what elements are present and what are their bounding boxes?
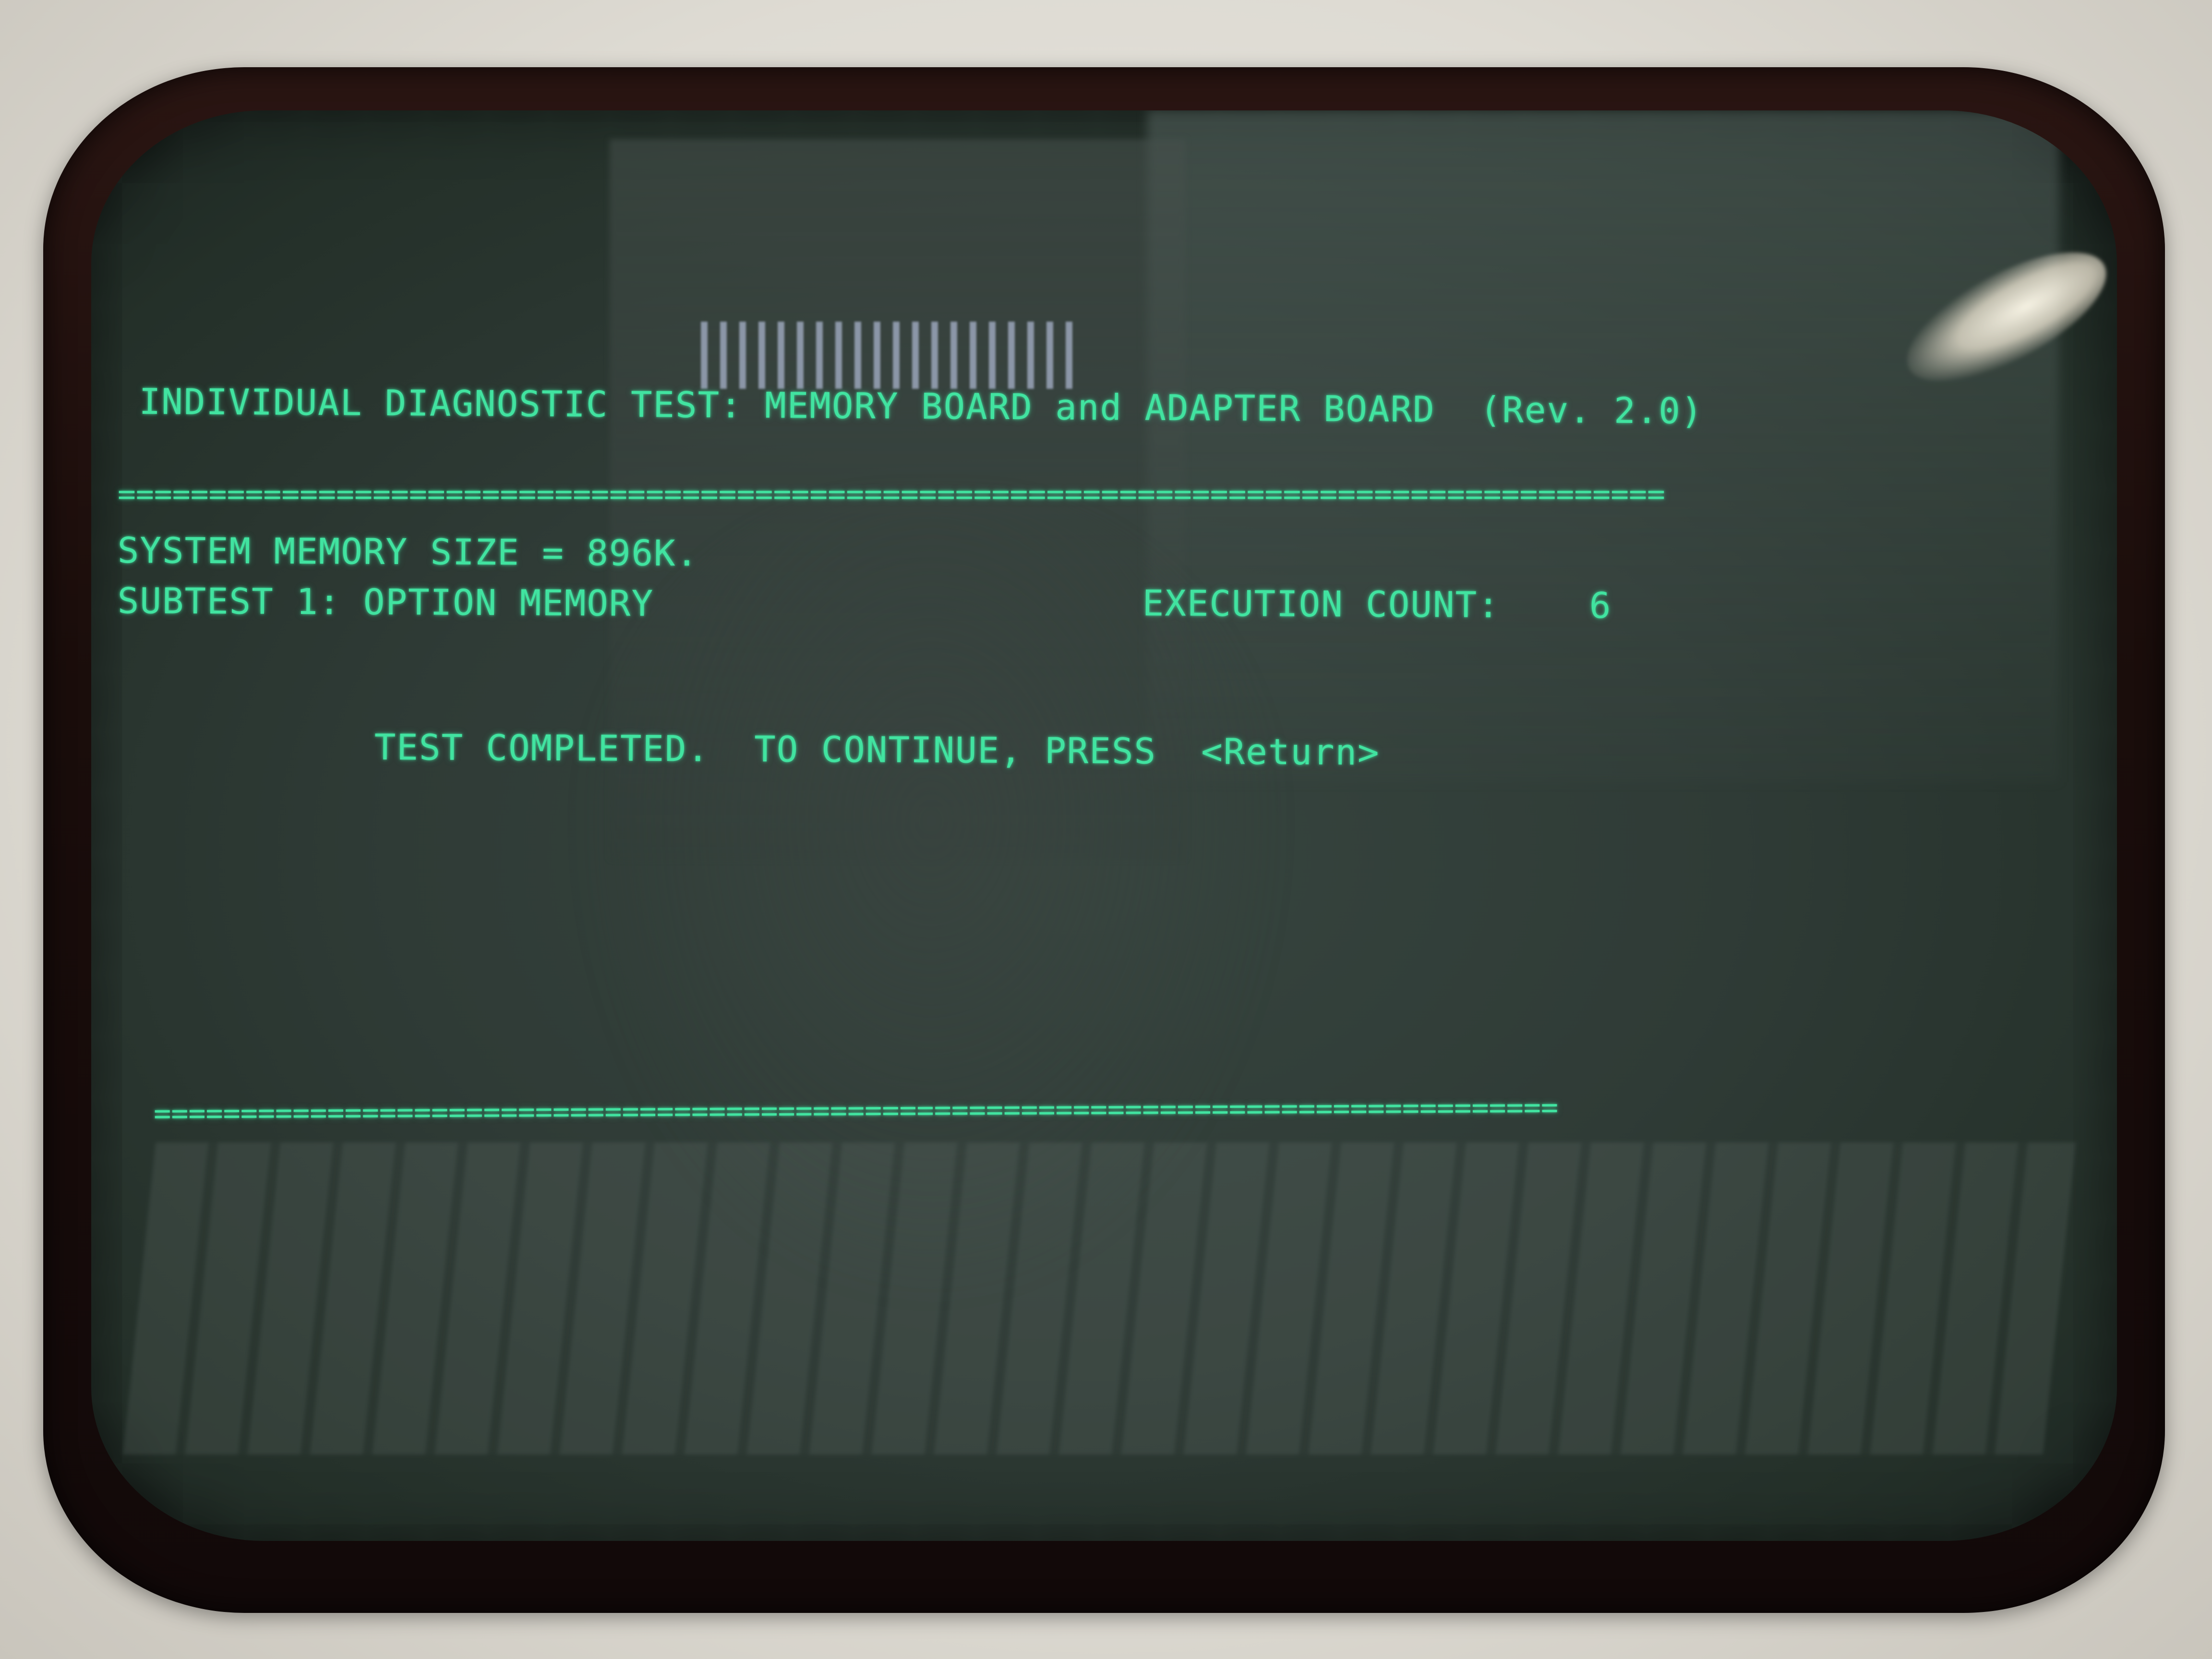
execution-count-gap bbox=[1500, 585, 1589, 626]
execution-count-label: EXECUTION COUNT: bbox=[1142, 583, 1500, 626]
ceiling-light-reflection bbox=[701, 322, 1085, 389]
execution-count: EXECUTION COUNT: 6 bbox=[1142, 583, 1612, 627]
divider-top: ========================================… bbox=[118, 478, 1665, 511]
keyboard-reflection bbox=[122, 1142, 2076, 1455]
execution-count-value: 6 bbox=[1589, 585, 1612, 627]
subtest-line: SUBTEST 1: OPTION MEMORY bbox=[117, 580, 654, 625]
diagnostic-title: INDIVIDUAL DIAGNOSTIC TEST: MEMORY BOARD… bbox=[139, 381, 1704, 432]
memory-size-line: SYSTEM MEMORY SIZE = 896K. bbox=[117, 530, 699, 575]
divider-bottom: ========================================… bbox=[153, 1091, 1559, 1130]
crt-screen bbox=[91, 110, 2117, 1541]
wall-reflection bbox=[1147, 110, 2059, 782]
continue-prompt[interactable]: TEST COMPLETED. TO CONTINUE, PRESS <Retu… bbox=[374, 727, 1380, 773]
